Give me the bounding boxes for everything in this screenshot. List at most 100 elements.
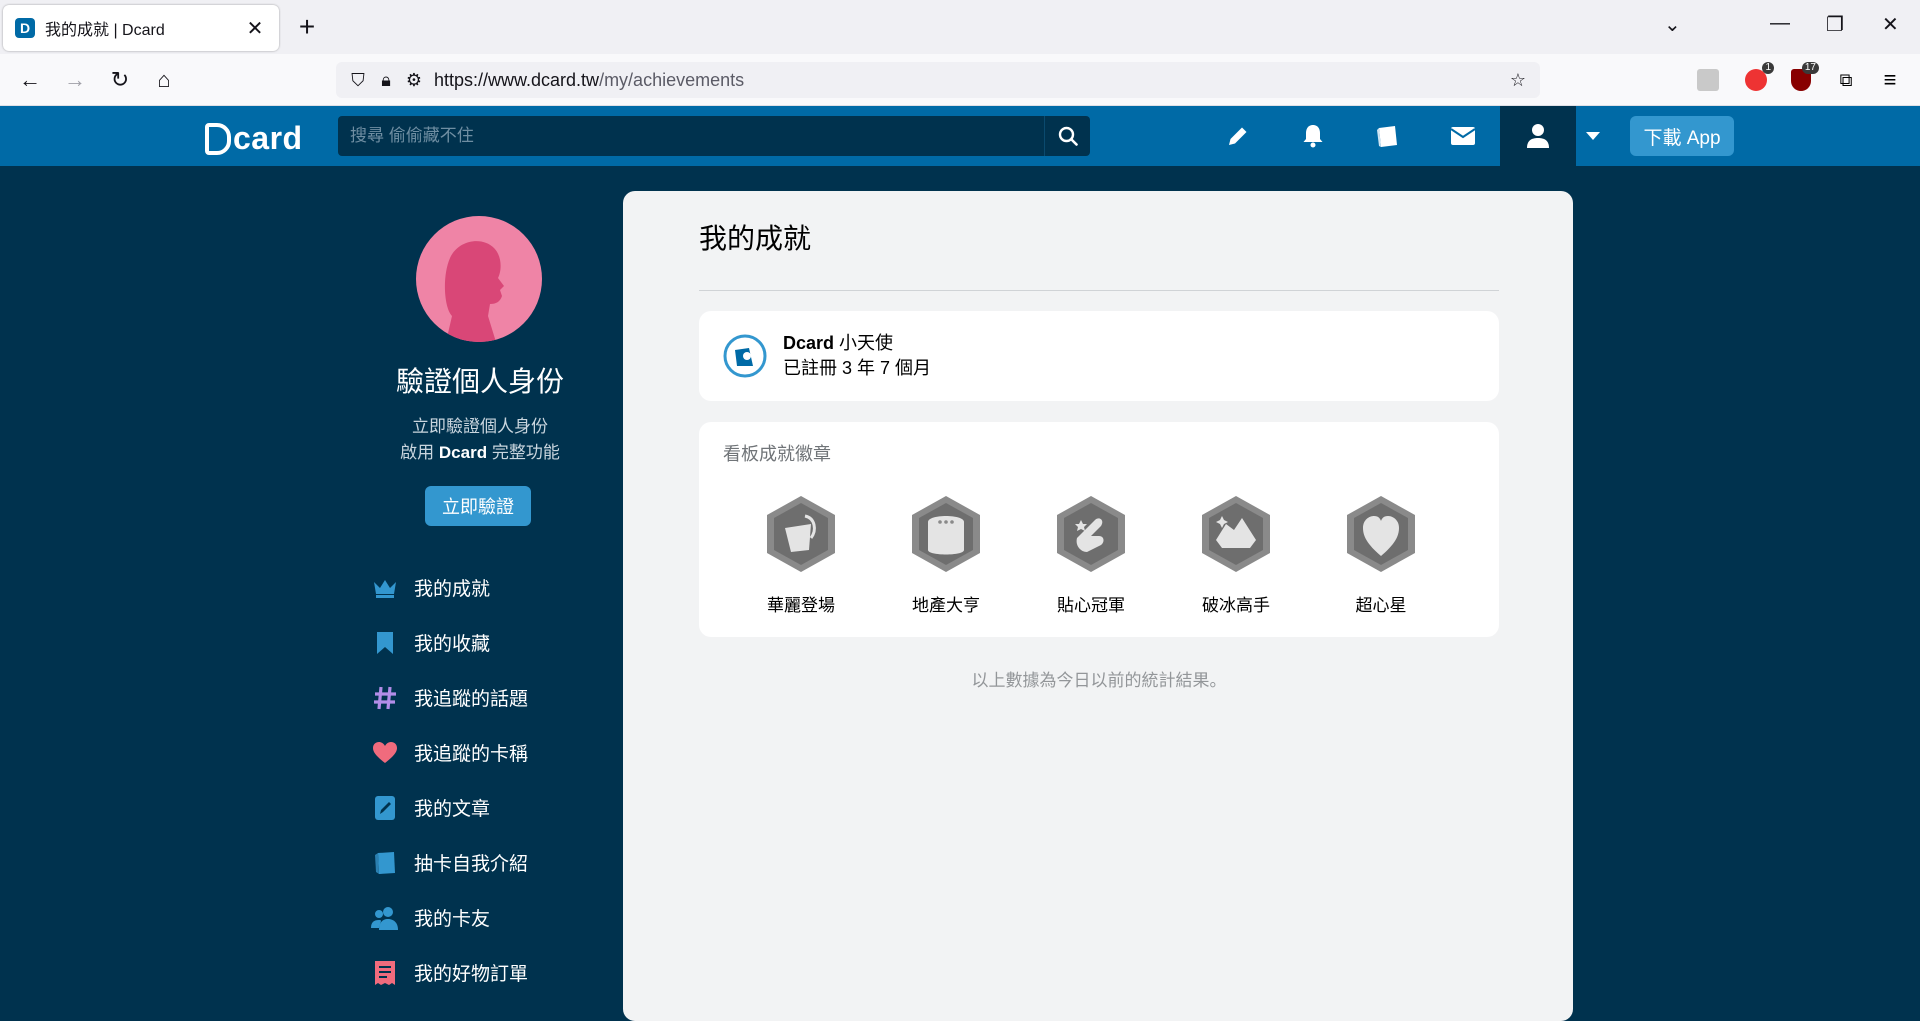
sidebar-menu: 我的成就 我的收藏 我追蹤的話題 我追蹤的卡稱 我的文章 抽卡自我介紹 我的卡友 [370, 560, 528, 1000]
badge-super-heart-star[interactable]: 超心星 [1326, 494, 1436, 616]
url-path: /my/achievements [599, 69, 745, 90]
forward-icon[interactable]: → [59, 64, 91, 96]
sidebar-item-self-intro[interactable]: 抽卡自我介紹 [370, 835, 528, 890]
logo-text: card [233, 120, 303, 156]
url-text[interactable]: https://www.dcard.tw/my/achievements [434, 70, 744, 91]
search-input[interactable] [338, 126, 1044, 146]
reload-icon[interactable]: ↻ [104, 64, 136, 96]
sidebar-item-label: 我的收藏 [414, 634, 491, 655]
badge-label: 華麗登場 [767, 596, 835, 615]
search-icon [1058, 126, 1078, 146]
menu-hamburger-icon[interactable]: ≡ [1876, 66, 1904, 94]
dcard-logo[interactable]: card [205, 120, 303, 157]
download-app-button[interactable]: 下載 App [1630, 116, 1734, 156]
shield-icon[interactable]: ⛉ [344, 70, 372, 91]
badge-label: 地產大亨 [912, 596, 980, 615]
badge-label: 超心星 [1355, 596, 1407, 615]
angel-card: Dcard 小天使 已註冊 3 年 7 個月 [699, 311, 1499, 401]
receipt-icon [370, 958, 400, 988]
profile-button[interactable] [1500, 106, 1576, 166]
heart-icon [370, 738, 400, 768]
verify-line2-prefix: 啟用 [400, 443, 435, 462]
back-icon[interactable]: ← [14, 64, 46, 96]
sidebar-item-my-posts[interactable]: 我的文章 [370, 780, 528, 835]
angel-title-line: Dcard 小天使 [783, 331, 931, 356]
verify-title: 驗證個人身份 [395, 366, 564, 397]
sidebar-item-orders[interactable]: 我的好物訂單 [370, 945, 528, 1000]
verify-line2-brand: Dcard [438, 443, 488, 462]
caret-down-icon [1586, 132, 1600, 140]
sidebar-item-favorites[interactable]: 我的收藏 [370, 615, 528, 670]
account-menu-toggle[interactable] [1578, 121, 1608, 151]
people-icon [370, 903, 400, 933]
new-tab-button[interactable]: + [292, 12, 322, 42]
url-bar[interactable]: ⛉ 🔒︎ ⚙ https://www.dcard.tw/my/achieveme… [336, 62, 1540, 98]
lock-icon[interactable]: 🔒︎ [372, 70, 400, 91]
url-host: https://www.dcard.tw [434, 69, 600, 90]
verify-now-button[interactable]: 立即驗證 [425, 486, 531, 526]
bookmark-star-icon[interactable]: ☆ [1504, 70, 1532, 91]
ublock-extension-icon[interactable]: 17 [1787, 62, 1819, 94]
adblock-extension-icon[interactable]: 1 [1742, 62, 1774, 94]
verify-line2-suffix: 完整功能 [491, 443, 560, 462]
home-icon[interactable]: ⌂ [148, 64, 180, 96]
notifications-button[interactable] [1298, 121, 1328, 151]
write-post-button[interactable] [1223, 121, 1253, 151]
angel-info: Dcard 小天使 已註冊 3 年 7 個月 [783, 331, 931, 381]
dcard-angel-icon [723, 334, 767, 378]
statistics-footnote: 以上數據為今日以前的統計結果。 [971, 671, 1227, 690]
pencil-icon [1229, 127, 1247, 145]
minimize-icon[interactable]: — [1770, 12, 1790, 35]
sidebar-item-friends[interactable]: 我的卡友 [370, 890, 528, 945]
sidebar-item-followed-personas[interactable]: 我追蹤的卡稱 [370, 725, 528, 780]
card-icon [370, 848, 400, 878]
caring-champion-badge-icon [1057, 496, 1125, 572]
restore-icon[interactable]: ❐ [1826, 12, 1844, 37]
sidebar-item-topics[interactable]: 我追蹤的話題 [370, 670, 528, 725]
tab-list-icon[interactable]: ⌄ [1664, 12, 1681, 37]
sidebar-item-achievements[interactable]: 我的成就 [370, 560, 528, 615]
ublock-badge: 17 [1801, 62, 1819, 74]
badge-real-estate-tycoon[interactable]: 地產大亨 [891, 494, 1001, 616]
grand-entrance-badge-icon [767, 496, 835, 572]
site-header: card 下載 App [0, 106, 1920, 166]
browser-tabbar: D 我的成就 | Dcard ✕ + ⌄ — ❐ ✕ [0, 0, 1920, 54]
close-tab-icon[interactable]: ✕ [243, 16, 267, 41]
icebreaker-badge-icon [1202, 496, 1270, 572]
browser-navbar: ← → ↻ ⌂ ⛉ 🔒︎ ⚙ https://www.dcard.tw/my/a… [0, 54, 1920, 106]
badge-label: 貼心冠軍 [1057, 596, 1125, 615]
dcard-logo-mark-icon [205, 122, 231, 155]
extensions-puzzle-icon[interactable]: ⧉ [1832, 66, 1860, 94]
permissions-icon[interactable]: ⚙ [400, 70, 428, 91]
extension-profile-icon[interactable] [1697, 69, 1719, 91]
angel-title: 小天使 [839, 333, 894, 353]
angel-brand: Dcard [783, 333, 835, 353]
female-avatar-icon [444, 241, 504, 342]
search-button[interactable] [1044, 116, 1090, 156]
sidebar-item-label: 我的好物訂單 [414, 964, 529, 985]
avatar[interactable] [416, 216, 542, 342]
title-divider [699, 290, 1499, 291]
badges-title: 看板成就徽章 [723, 444, 831, 464]
verify-description: 立即驗證個人身份 啟用 Dcard 完整功能 [360, 414, 600, 466]
bell-icon [1303, 125, 1323, 148]
window-close-icon[interactable]: ✕ [1882, 12, 1899, 37]
cards-button[interactable] [1373, 121, 1403, 151]
registered-duration: 已註冊 3 年 7 個月 [783, 358, 932, 378]
badge-icebreaker[interactable]: 破冰高手 [1181, 494, 1291, 616]
sidebar-item-label: 抽卡自我介紹 [414, 854, 529, 875]
badge-grand-entrance[interactable]: 華麗登場 [746, 494, 856, 616]
badge-caring-champion[interactable]: 貼心冠軍 [1036, 494, 1146, 616]
mail-icon [1450, 127, 1476, 145]
board-badges-card: 看板成就徽章 華麗登場 地產大亨 貼心冠軍 破冰高手 超心星 [699, 422, 1499, 637]
sidebar-item-label: 我的卡友 [414, 909, 491, 930]
messages-button[interactable] [1448, 121, 1478, 151]
real-estate-tycoon-badge-icon [912, 496, 980, 572]
verify-line2: 啟用 Dcard 完整功能 [360, 440, 600, 466]
browser-tab[interactable]: D 我的成就 | Dcard ✕ [3, 5, 279, 51]
super-heart-star-badge-icon [1347, 496, 1415, 572]
dcard-favicon-icon: D [15, 18, 35, 38]
search-bar [338, 116, 1090, 156]
crown-icon [370, 573, 400, 603]
user-icon [1527, 124, 1549, 148]
